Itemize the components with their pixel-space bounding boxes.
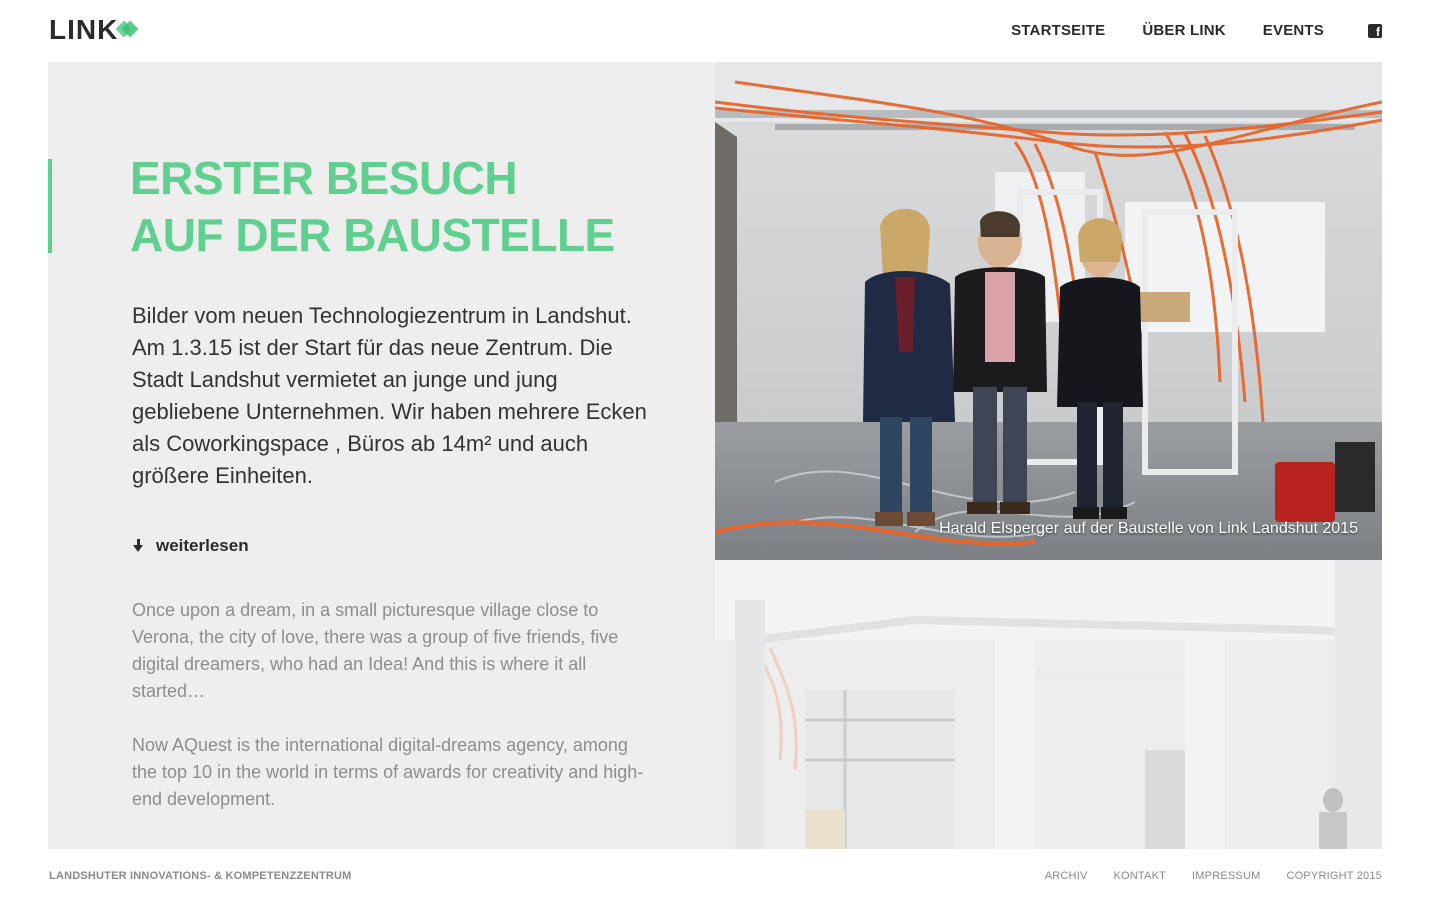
site-header: LINK STARTSEITE ÜBER LINK EVENTS f — [0, 0, 1440, 62]
nav-item-startseite[interactable]: STARTSEITE — [1011, 22, 1105, 39]
empty-room-image — [715, 560, 1382, 849]
article-title-line1: ERSTER BESUCH — [130, 152, 518, 204]
site-logo[interactable]: LINK — [49, 14, 139, 45]
logo-text: LINK — [49, 14, 119, 45]
article-title: ERSTER BESUCH AUF DER BAUSTELLE — [130, 150, 615, 264]
arrow-down-icon — [132, 538, 146, 554]
facebook-icon[interactable]: f — [1368, 24, 1382, 38]
nav-item-ueber-link[interactable]: ÜBER LINK — [1142, 22, 1225, 39]
read-more-label: weiterlesen — [156, 536, 249, 555]
logo-diamond-icon — [115, 20, 139, 40]
read-more-link[interactable]: weiterlesen — [132, 536, 249, 556]
footer-tagline: LANDSHUTER INNOVATIONS- & KOMPETENZZENTR… — [49, 870, 352, 882]
article-paragraph-2: Now AQuest is the international digital-… — [132, 735, 644, 809]
nav-item-events[interactable]: EVENTS — [1263, 22, 1324, 39]
footer-copyright: COPYRIGHT 2015 — [1286, 870, 1382, 882]
footer-link-kontakt[interactable]: KONTAKT — [1114, 870, 1167, 882]
article-lead: Bilder vom neuen Technologiezentrum in L… — [132, 303, 647, 488]
footer-link-impressum[interactable]: IMPRESSUM — [1192, 870, 1260, 882]
title-accent-bar — [48, 159, 52, 253]
construction-site-photo: Harald Elsperger auf der Baustelle von L… — [715, 62, 1382, 560]
photo-caption: Harald Elsperger auf der Baustelle von L… — [939, 520, 1358, 537]
main-nav: STARTSEITE ÜBER LINK EVENTS — [1011, 22, 1324, 39]
article-paragraph-1: Once upon a dream, in a small picturesqu… — [132, 600, 619, 701]
article-title-line2: AUF DER BAUSTELLE — [130, 209, 615, 261]
construction-photo-image — [715, 62, 1382, 560]
empty-room-photo — [715, 560, 1382, 849]
footer-link-archiv[interactable]: ARCHIV — [1045, 870, 1088, 882]
footer-links: ARCHIV KONTAKT IMPRESSUM COPYRIGHT 2015 — [1045, 870, 1382, 882]
article-panel: ERSTER BESUCH AUF DER BAUSTELLE Bilder v… — [48, 62, 715, 849]
